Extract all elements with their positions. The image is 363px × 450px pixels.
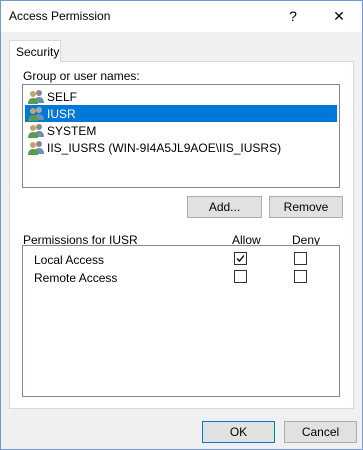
access-permission-dialog: Access Permission ? ✕ Security Group or … bbox=[0, 0, 363, 450]
user-list[interactable]: SELF IUSR SYSTEM IIS_IUSRS (WIN-9I4A5JL9… bbox=[22, 84, 340, 188]
window-title: Access Permission bbox=[9, 9, 111, 23]
list-item[interactable]: SYSTEM bbox=[25, 122, 337, 139]
deny-checkbox[interactable] bbox=[294, 270, 307, 283]
permissions-list: Local Access Remote Access bbox=[22, 245, 340, 397]
allow-checkbox[interactable] bbox=[234, 270, 247, 283]
permission-row: Remote Access bbox=[23, 268, 339, 286]
help-button[interactable]: ? bbox=[270, 1, 316, 32]
user-name: SYSTEM bbox=[47, 124, 97, 138]
group-names-label: Group or user names: bbox=[23, 69, 140, 83]
user-group-icon bbox=[28, 124, 44, 138]
permission-row: Local Access bbox=[23, 250, 339, 268]
user-name: SELF bbox=[47, 90, 78, 104]
permission-name: Remote Access bbox=[34, 271, 118, 285]
user-name: IIS_IUSRS (WIN-9I4A5JL9AOE\IIS_IUSRS) bbox=[47, 141, 282, 155]
close-button[interactable]: ✕ bbox=[316, 1, 362, 32]
ok-button[interactable]: OK bbox=[202, 421, 275, 443]
tab-security-label: Security bbox=[16, 45, 60, 59]
list-item[interactable]: SELF bbox=[25, 88, 337, 105]
title-bar[interactable]: Access Permission ? ✕ bbox=[1, 1, 362, 32]
remove-button[interactable]: Remove bbox=[269, 196, 343, 218]
user-group-icon bbox=[28, 107, 44, 121]
checkmark-icon bbox=[236, 255, 245, 262]
tab-security[interactable]: Security bbox=[9, 40, 61, 62]
user-group-icon bbox=[28, 141, 44, 155]
deny-checkbox[interactable] bbox=[294, 252, 307, 265]
list-item[interactable]: IUSR bbox=[25, 105, 337, 122]
user-name: IUSR bbox=[47, 107, 76, 121]
add-button[interactable]: Add... bbox=[187, 196, 262, 218]
permission-name: Local Access bbox=[34, 253, 105, 267]
allow-checkbox[interactable] bbox=[234, 252, 247, 265]
user-group-icon bbox=[28, 90, 44, 104]
cancel-button[interactable]: Cancel bbox=[284, 421, 357, 443]
list-item[interactable]: IIS_IUSRS (WIN-9I4A5JL9AOE\IIS_IUSRS) bbox=[25, 139, 337, 156]
